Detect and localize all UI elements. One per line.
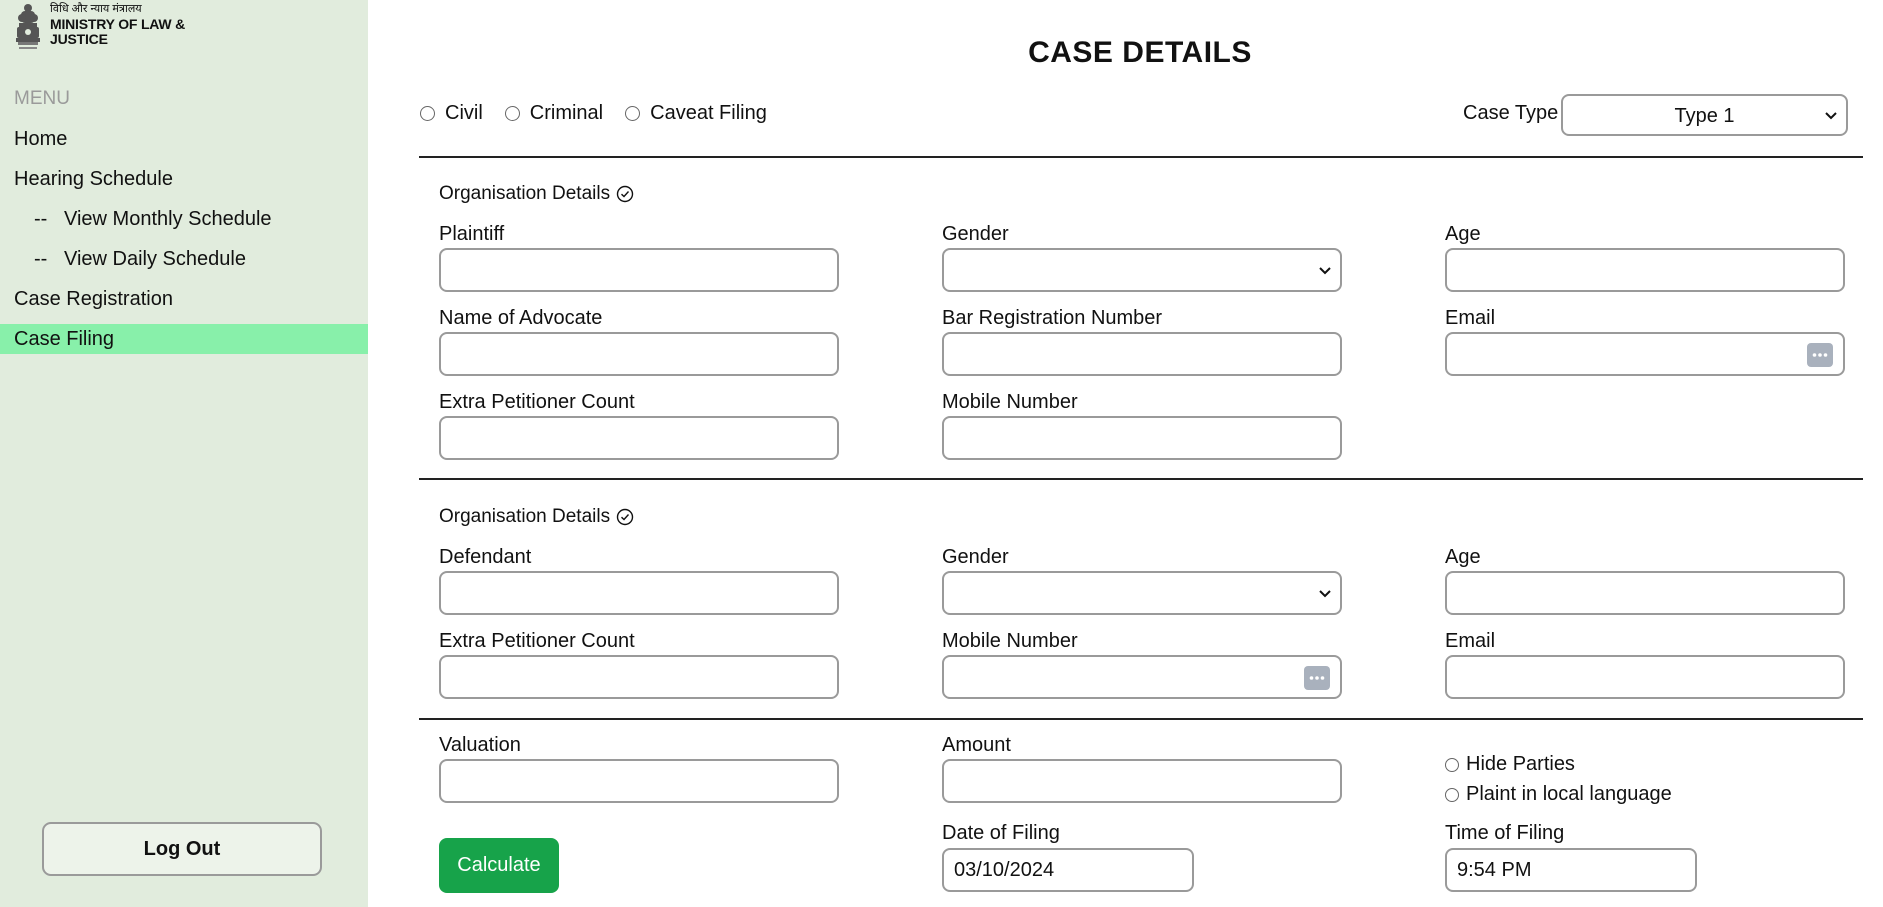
defendant-email-label: Email bbox=[1445, 630, 1496, 652]
nav-view-daily-schedule[interactable]: -- View Daily Schedule bbox=[0, 244, 368, 274]
defendant-label: Defendant bbox=[439, 546, 532, 568]
logout-button[interactable]: Log Out bbox=[42, 822, 322, 876]
radio-criminal[interactable]: Criminal bbox=[504, 102, 604, 125]
plaintiff-mobile-label: Mobile Number bbox=[942, 391, 1078, 413]
check-circle-icon bbox=[616, 185, 634, 203]
radio-label: Plaint in local language bbox=[1466, 783, 1672, 805]
amount-label: Amount bbox=[942, 734, 1011, 756]
nav-label: View Daily Schedule bbox=[64, 248, 246, 270]
plaintiff-email-label: Email bbox=[1445, 307, 1496, 329]
chevron-down-icon bbox=[1825, 112, 1837, 120]
plaint-local-language-option[interactable]: Plaint in local language bbox=[1445, 783, 1672, 806]
defendant-section-heading: Organisation Details bbox=[439, 506, 634, 528]
section-heading-text: Organisation Details bbox=[439, 183, 611, 204]
filing-type-group: Civil Criminal Caveat Filing bbox=[420, 102, 789, 125]
case-type-value: Type 1 bbox=[1674, 105, 1735, 127]
chevron-down-icon bbox=[1319, 267, 1331, 275]
nav-prefix: -- bbox=[34, 208, 48, 230]
plaintiff-gender-select[interactable] bbox=[942, 248, 1342, 292]
divider bbox=[419, 718, 1863, 720]
nav-label: Home bbox=[14, 128, 68, 150]
check-circle-icon bbox=[616, 508, 634, 526]
bar-registration-input[interactable] bbox=[942, 332, 1342, 376]
radio-label: Criminal bbox=[529, 102, 604, 124]
radio-circle[interactable] bbox=[625, 106, 641, 121]
logo-title-line1: MINISTRY OF LAW & bbox=[50, 16, 186, 32]
defendant-extra-count-label: Extra Petitioner Count bbox=[439, 630, 635, 652]
plaintiff-extra-count-input[interactable] bbox=[439, 416, 839, 460]
defendant-input[interactable] bbox=[439, 571, 839, 615]
advocate-input[interactable] bbox=[439, 332, 839, 376]
plaintiff-extra-count-label: Extra Petitioner Count bbox=[439, 391, 635, 413]
radio-label: Civil bbox=[445, 102, 483, 124]
radio-circle[interactable] bbox=[504, 106, 520, 121]
autofill-icon[interactable] bbox=[1807, 343, 1833, 367]
menu-heading: MENU bbox=[14, 88, 70, 109]
nav-hearing-schedule[interactable]: Hearing Schedule bbox=[0, 164, 368, 194]
date-of-filing-input[interactable]: 03/10/2024 bbox=[942, 848, 1194, 892]
radio-circle[interactable] bbox=[420, 106, 435, 121]
nav-case-registration[interactable]: Case Registration bbox=[0, 284, 368, 314]
time-of-filing-label: Time of Filing bbox=[1445, 822, 1565, 844]
logo-title-line2: JUSTICE bbox=[50, 31, 108, 47]
defendant-age-input[interactable] bbox=[1445, 571, 1845, 615]
calculate-button[interactable]: Calculate bbox=[439, 838, 559, 893]
plaintiff-gender-label: Gender bbox=[942, 223, 1009, 245]
time-of-filing-input[interactable]: 9:54 PM bbox=[1445, 848, 1697, 892]
nav-label: Case Filing bbox=[14, 328, 115, 350]
nav-case-filing[interactable]: Case Filing bbox=[0, 324, 368, 354]
radio-circle[interactable] bbox=[1445, 787, 1459, 802]
autofill-icon[interactable] bbox=[1304, 666, 1330, 690]
nav-view-monthly-schedule[interactable]: -- View Monthly Schedule bbox=[0, 204, 368, 234]
nav-prefix: -- bbox=[34, 248, 48, 270]
nav-label: Hearing Schedule bbox=[14, 168, 173, 190]
logo-hindi-text: विधि और न्याय मंत्रालय bbox=[50, 3, 142, 15]
defendant-age-label: Age bbox=[1445, 546, 1481, 568]
chevron-down-icon bbox=[1319, 590, 1331, 598]
valuation-label: Valuation bbox=[439, 734, 521, 756]
date-of-filing-label: Date of Filing bbox=[942, 822, 1060, 844]
plaintiff-email-input[interactable] bbox=[1445, 332, 1845, 376]
radio-label: Hide Parties bbox=[1466, 753, 1575, 775]
defendant-gender-select[interactable] bbox=[942, 571, 1342, 615]
radio-caveat-filing[interactable]: Caveat Filing bbox=[625, 102, 767, 125]
amount-input[interactable] bbox=[942, 759, 1342, 803]
valuation-input[interactable] bbox=[439, 759, 839, 803]
advocate-label: Name of Advocate bbox=[439, 307, 603, 329]
defendant-mobile-input[interactable] bbox=[942, 655, 1342, 699]
divider bbox=[419, 478, 1863, 480]
plaintiff-age-input[interactable] bbox=[1445, 248, 1845, 292]
ministry-logo: विधि और न्याय मंत्रालय MINISTRY OF LAW &… bbox=[14, 2, 185, 64]
case-type-select[interactable]: Type 1 bbox=[1561, 94, 1848, 136]
sidebar: विधि और न्याय मंत्रालय MINISTRY OF LAW &… bbox=[0, 0, 368, 907]
divider bbox=[419, 156, 1863, 158]
plaintiff-input[interactable] bbox=[439, 248, 839, 292]
page-title: CASE DETAILS bbox=[1028, 36, 1252, 69]
plaintiff-label: Plaintiff bbox=[439, 223, 505, 245]
plaintiff-age-label: Age bbox=[1445, 223, 1481, 245]
main-content: CASE DETAILS Civil Criminal Caveat Filin… bbox=[368, 0, 1883, 907]
defendant-email-input[interactable] bbox=[1445, 655, 1845, 699]
bar-registration-label: Bar Registration Number bbox=[942, 307, 1163, 329]
radio-label: Caveat Filing bbox=[650, 102, 767, 124]
section-heading-text: Organisation Details bbox=[439, 506, 611, 527]
radio-civil[interactable]: Civil bbox=[420, 102, 483, 125]
defendant-extra-count-input[interactable] bbox=[439, 655, 839, 699]
plaintiff-section-heading: Organisation Details bbox=[439, 183, 634, 205]
radio-circle[interactable] bbox=[1445, 757, 1459, 772]
defendant-mobile-label: Mobile Number bbox=[942, 630, 1078, 652]
case-type-label: Case Type bbox=[1463, 102, 1559, 124]
defendant-gender-label: Gender bbox=[942, 546, 1009, 568]
plaintiff-mobile-input[interactable] bbox=[942, 416, 1342, 460]
nav-home[interactable]: Home bbox=[0, 124, 368, 154]
nav-label: Case Registration bbox=[14, 288, 173, 310]
hide-parties-option[interactable]: Hide Parties bbox=[1445, 753, 1575, 776]
national-emblem-icon bbox=[16, 4, 40, 49]
nav-label: View Monthly Schedule bbox=[64, 208, 272, 230]
